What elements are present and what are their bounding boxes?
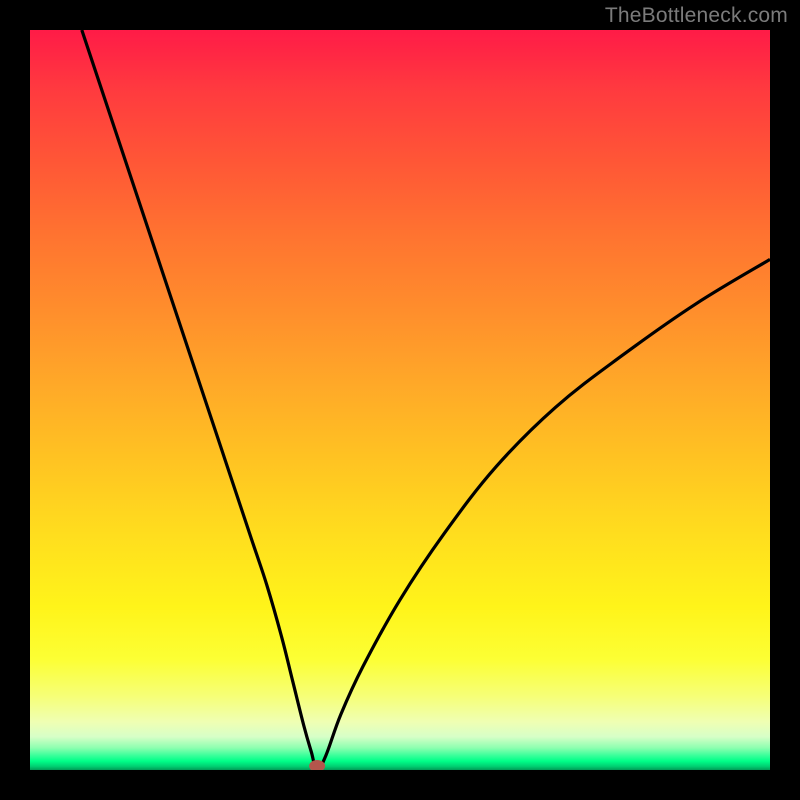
chart-frame: TheBottleneck.com [0,0,800,800]
curve-svg [30,30,770,770]
attribution-text: TheBottleneck.com [605,4,788,28]
bottleneck-curve [82,30,770,770]
plot-area [30,30,770,770]
